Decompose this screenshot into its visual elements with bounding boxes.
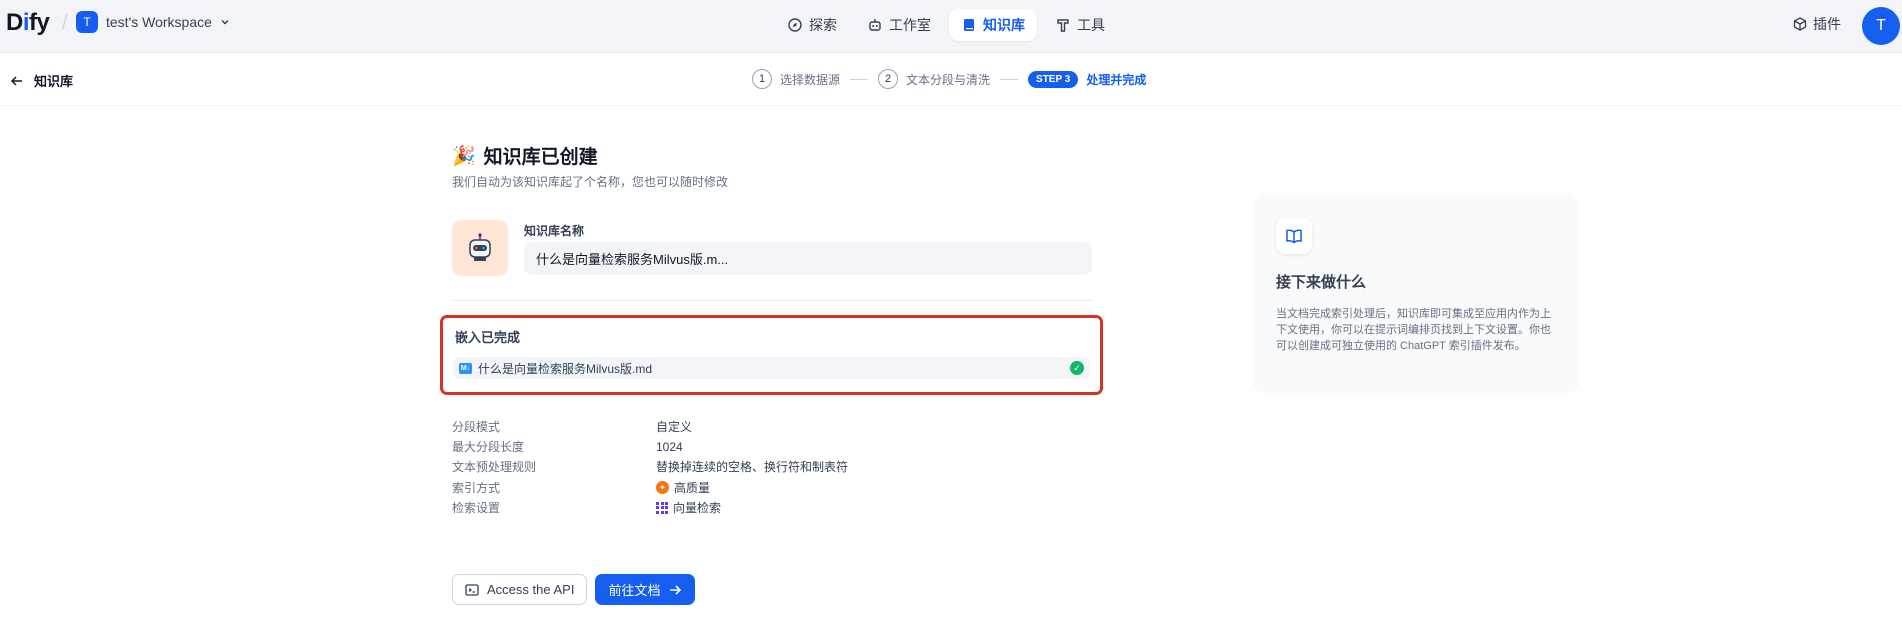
- arrow-left-icon: [10, 75, 22, 86]
- robot-icon: [869, 19, 881, 31]
- logo-divider: /: [62, 12, 68, 34]
- action-buttons: Access the API 前往文档: [452, 574, 696, 605]
- setting-row: 文本预处理规则 替换掉连续的空格、换行符和制表符: [452, 457, 1092, 477]
- cube-icon: [1793, 17, 1807, 31]
- step-1: 1 选择数据源: [752, 69, 840, 89]
- next-steps-title: 接下来做什么: [1276, 274, 1367, 291]
- setting-key: 分段模式: [452, 419, 501, 434]
- embedding-status-panel: 嵌入已完成 M↓ 什么是向量检索服务Milvus版.md ✓: [440, 315, 1103, 395]
- nav-knowledge[interactable]: 知识库: [949, 9, 1037, 41]
- compass-icon: [788, 18, 802, 32]
- step-3-pill: STEP 3: [1028, 70, 1079, 88]
- logo-letters-fy: fy: [29, 9, 50, 36]
- page-subtitle: 我们自动为该知识库起了个名称，您也可以随时修改: [452, 175, 729, 189]
- dify-logo[interactable]: Dify: [6, 9, 50, 37]
- book-icon: [964, 19, 974, 31]
- setting-row: 索引方式 ✦ 高质量: [452, 477, 1092, 497]
- step-connector: [1000, 78, 1019, 80]
- nav-explore-label: 探索: [809, 17, 837, 33]
- back-label: 知识库: [34, 74, 74, 89]
- tool-icon: [1057, 19, 1069, 32]
- setting-value: 向量检索: [656, 499, 721, 516]
- nav-tools[interactable]: 工具: [1043, 9, 1117, 41]
- step-2-label: 文本分段与清洗: [906, 72, 991, 87]
- setting-key: 索引方式: [452, 480, 501, 495]
- next-steps-card: 接下来做什么 当文档完成索引处理后，知识库即可集成至应用内作为上下文使用，你可以…: [1252, 193, 1580, 393]
- logo-letter-d: D: [6, 9, 23, 36]
- markdown-file-icon: M↓: [459, 362, 472, 374]
- step-connector: [850, 78, 869, 80]
- plugin-button[interactable]: 插件: [1793, 14, 1841, 34]
- user-avatar[interactable]: T: [1862, 7, 1900, 45]
- main-nav: 探索 工作室 知识库 工具: [775, 9, 1117, 41]
- next-steps-description: 当文档完成索引处理后，知识库即可集成至应用内作为上下文使用，你可以在提示词编排页…: [1276, 308, 1551, 352]
- go-to-documents-button[interactable]: 前往文档: [595, 574, 696, 605]
- plugin-label: 插件: [1813, 16, 1841, 32]
- workspace-name: test's Workspace: [106, 14, 212, 30]
- workspace-badge: T: [76, 11, 98, 33]
- setting-row: 分段模式 自定义: [452, 416, 1092, 436]
- index-mode-value: 高质量: [674, 480, 711, 495]
- page-title-text: 知识库已创建: [483, 147, 598, 168]
- nav-studio-label: 工作室: [889, 17, 931, 33]
- knowledge-name-label: 知识库名称: [524, 224, 585, 238]
- step-1-label: 选择数据源: [780, 72, 841, 87]
- processing-settings: 分段模式 自定义 最大分段长度 1024 文本预处理规则 替换掉连续的空格、换行…: [452, 416, 1092, 518]
- workspace-switcher[interactable]: T test's Workspace: [76, 11, 230, 33]
- setting-row: 检索设置 向量检索: [452, 498, 1092, 518]
- party-popper-icon: 🎉: [452, 145, 476, 167]
- check-circle-icon: ✓: [1070, 361, 1084, 375]
- retrieval-mode-value: 向量检索: [673, 501, 722, 516]
- access-api-label: Access the API: [487, 582, 575, 597]
- setting-key: 最大分段长度: [452, 440, 525, 455]
- step-2: 2 文本分段与清洗: [878, 69, 990, 89]
- setting-value: 替换掉连续的空格、换行符和制表符: [656, 460, 849, 475]
- terminal-icon: [465, 583, 479, 596]
- vector-search-icon: [656, 501, 668, 514]
- robot-avatar-icon[interactable]: [452, 220, 508, 276]
- step-1-number: 1: [752, 69, 772, 89]
- chevron-down-icon: [221, 20, 229, 25]
- page-title: 🎉 知识库已创建: [452, 142, 1092, 169]
- go-to-documents-label: 前往文档: [608, 583, 661, 598]
- setting-value: 1024: [656, 439, 683, 454]
- main-content: 🎉 知识库已创建 我们自动为该知识库起了个名称，您也可以随时修改 知识库名称: [452, 142, 1092, 301]
- step-3-label: 处理并完成: [1086, 72, 1147, 87]
- top-navigation-bar: Dify / T test's Workspace 探索 工作室 知识库 工具 …: [0, 0, 1902, 53]
- step-indicator: 1 选择数据源 2 文本分段与清洗 STEP 3 处理并完成: [752, 69, 1146, 89]
- step-3: STEP 3 处理并完成: [1028, 70, 1147, 88]
- arrow-right-icon: [670, 584, 682, 595]
- book-open-icon: [1276, 218, 1312, 254]
- file-name: 什么是向量检索服务Milvus版.md: [478, 361, 653, 376]
- step-2-number: 2: [878, 69, 899, 89]
- section-divider: [452, 300, 1092, 301]
- setting-key: 文本预处理规则: [452, 460, 537, 475]
- nav-explore[interactable]: 探索: [775, 9, 849, 41]
- setting-key: 检索设置: [452, 501, 501, 516]
- setting-value: 自定义: [656, 419, 693, 434]
- nav-tools-label: 工具: [1077, 17, 1105, 33]
- back-to-knowledge[interactable]: 知识库: [10, 71, 73, 90]
- book-open-svg: [1286, 229, 1302, 244]
- knowledge-name-input[interactable]: [524, 242, 1092, 275]
- nav-studio[interactable]: 工作室: [855, 9, 943, 41]
- access-api-button[interactable]: Access the API: [452, 574, 588, 605]
- high-quality-icon: ✦: [656, 480, 669, 494]
- setting-row: 最大分段长度 1024: [452, 436, 1092, 456]
- creation-header: 知识库 1 选择数据源 2 文本分段与清洗 STEP 3 处理并完成: [0, 54, 1902, 106]
- file-list-item[interactable]: M↓ 什么是向量检索服务Milvus版.md ✓: [453, 357, 1090, 379]
- embedding-status-title: 嵌入已完成: [455, 330, 521, 345]
- setting-value: ✦ 高质量: [656, 479, 710, 496]
- robot-face-icon: [469, 233, 491, 261]
- nav-knowledge-label: 知识库: [983, 17, 1025, 33]
